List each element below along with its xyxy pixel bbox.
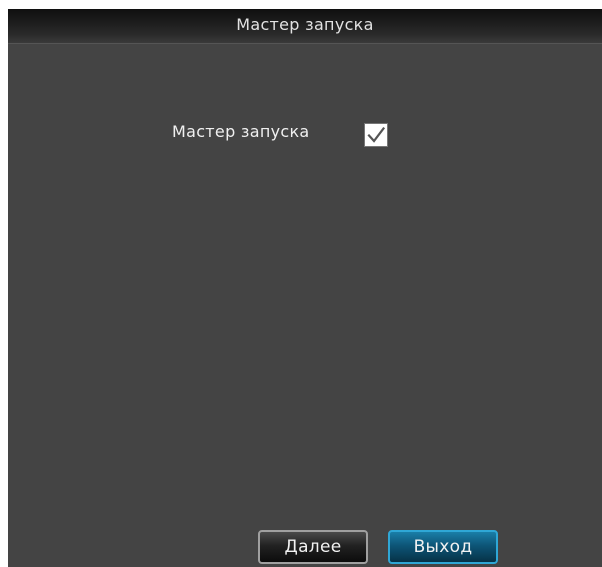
exit-button[interactable]: Выход	[388, 530, 498, 564]
checkmark-icon	[367, 126, 386, 143]
title-bar: Мастер запуска	[8, 9, 602, 44]
next-button[interactable]: Далее	[258, 530, 368, 564]
window-title: Мастер запуска	[236, 15, 374, 34]
startup-wizard-option-label: Мастер запуска	[172, 122, 310, 141]
startup-wizard-window: Мастер запуска Мастер запуска Далее Выхо…	[8, 9, 602, 567]
startup-wizard-checkbox[interactable]	[364, 123, 388, 147]
